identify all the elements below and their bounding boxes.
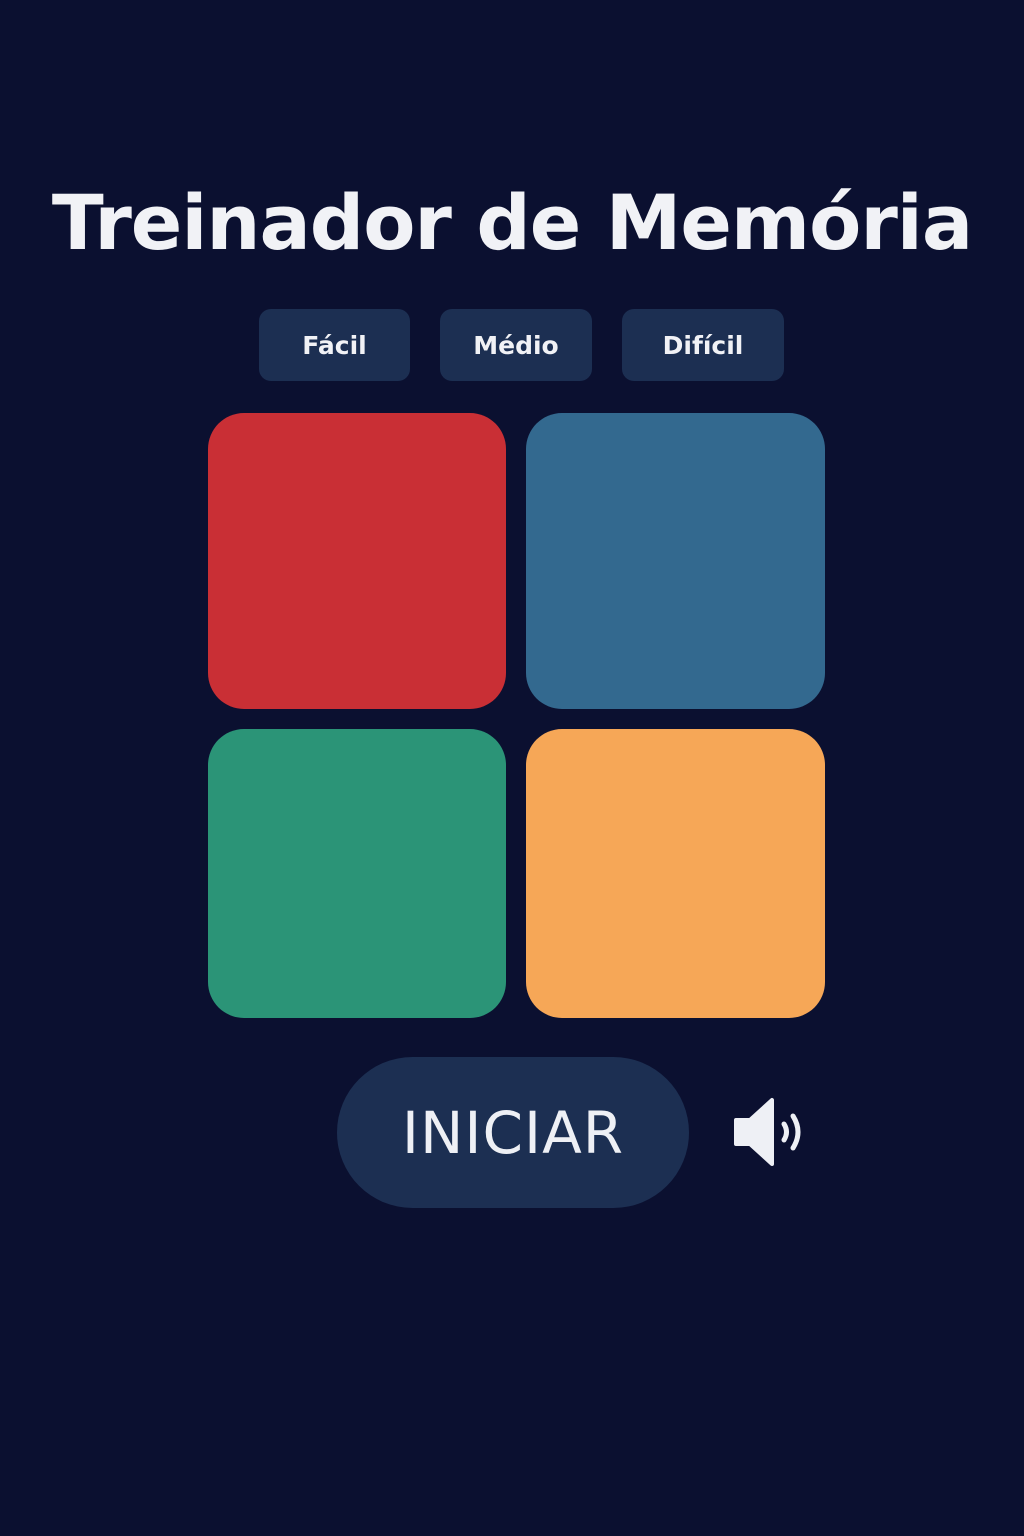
pad-blue[interactable] [526,413,825,709]
sound-toggle-button[interactable] [732,1094,812,1170]
difficulty-medium-button[interactable]: Médio [440,309,592,381]
difficulty-hard-button[interactable]: Difícil [622,309,784,381]
pad-green[interactable] [208,729,506,1018]
page-title: Treinador de Memória [51,178,973,267]
pad-orange[interactable] [526,729,825,1018]
difficulty-easy-button[interactable]: Fácil [259,309,410,381]
start-button[interactable]: INICIAR [337,1057,689,1208]
speaker-icon [734,1098,801,1166]
pad-red[interactable] [208,413,506,709]
